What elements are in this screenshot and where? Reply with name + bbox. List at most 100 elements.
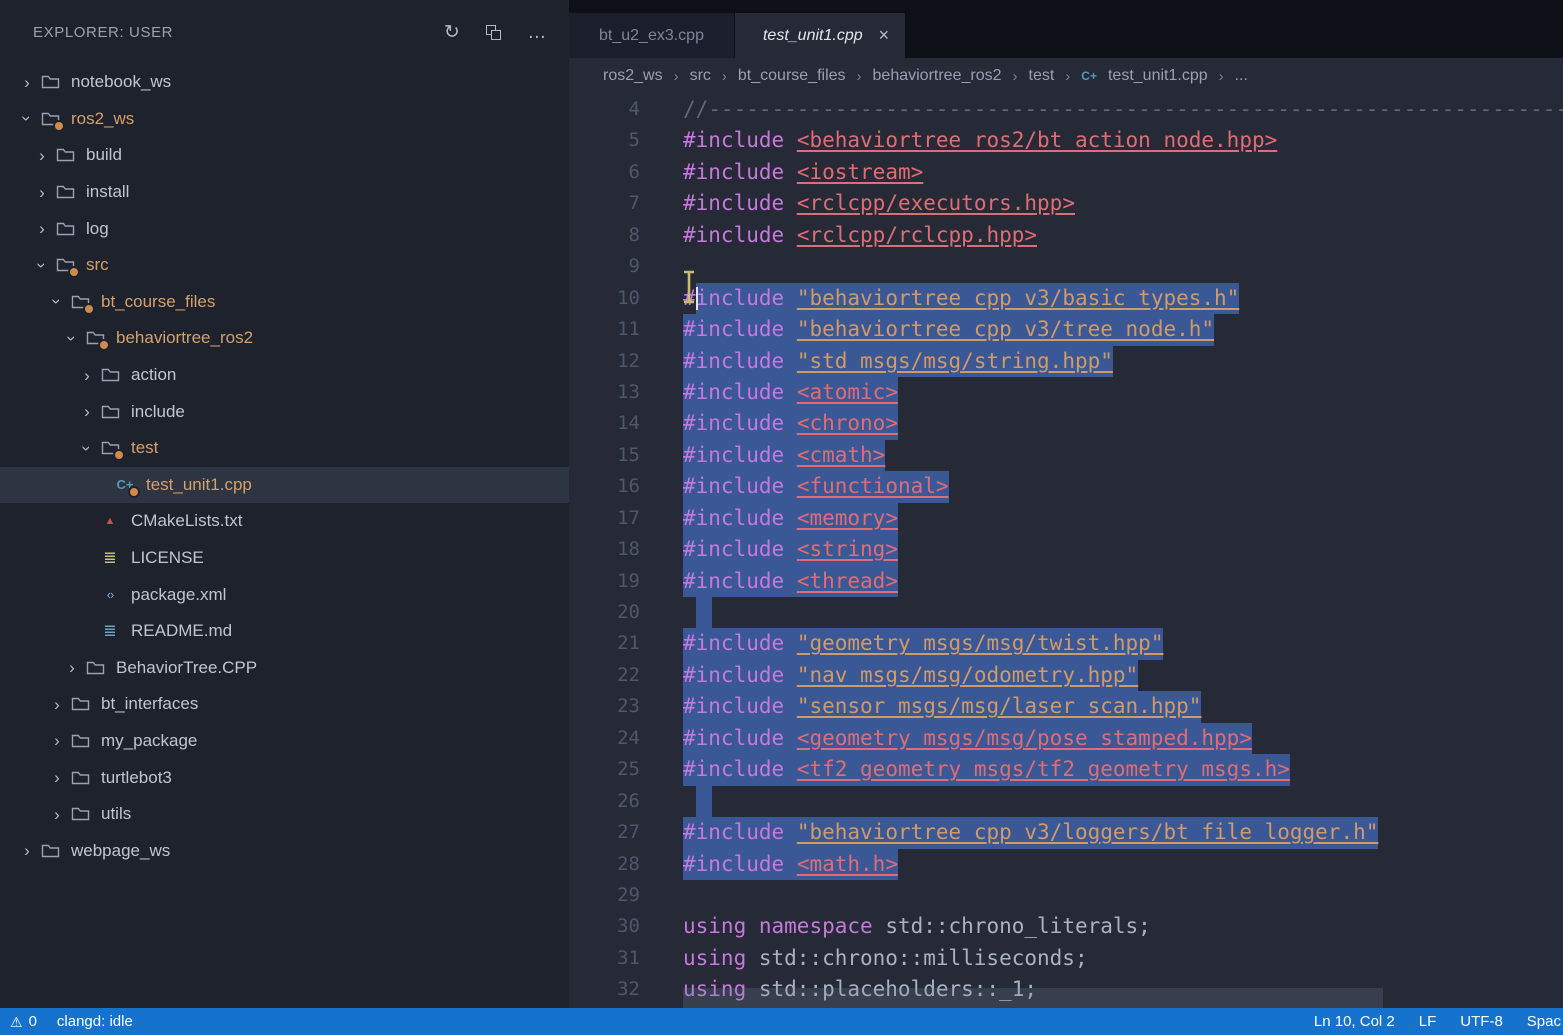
tree-item-utils[interactable]: ›utils [0, 796, 569, 833]
tree-item-install[interactable]: ›install [0, 174, 569, 211]
code-line-23[interactable]: 23#include "sensor_msgs/msg/laser_scan.h… [569, 691, 1563, 722]
tree-item-action[interactable]: ›action [0, 357, 569, 394]
tab-bar: bt_u2_ex3.cpp test_unit1.cpp × [569, 0, 1563, 58]
tree-item-readme-md[interactable]: ≣README.md [0, 613, 569, 650]
code-line-31[interactable]: 31using std::chrono::milliseconds; [569, 943, 1563, 974]
line-number: 7 [569, 188, 640, 219]
status-warning-count[interactable]: ⚠0 [10, 1013, 37, 1030]
code-line-9[interactable]: 9 [569, 251, 1563, 282]
code-line-16[interactable]: 16#include <functional> [569, 471, 1563, 502]
code-content: #include <functional> [683, 471, 949, 502]
status-clangd-status[interactable]: clangd: idle [57, 1013, 133, 1030]
tab-bt-u2-ex3-cpp[interactable]: bt_u2_ex3.cpp [569, 13, 735, 58]
code-line-30[interactable]: 30using namespace std::chrono_literals; [569, 911, 1563, 942]
more-actions-icon[interactable]: … [527, 23, 547, 42]
tree-item-notebook-ws[interactable]: ›notebook_ws [0, 64, 569, 101]
tree-item-bt-course-files[interactable]: ›bt_course_files [0, 284, 569, 321]
code-line-27[interactable]: 27#include "behaviortree_cpp_v3/loggers/… [569, 817, 1563, 848]
explorer-header[interactable]: EXPLORER: USER ↻ … [0, 0, 569, 64]
code-line-7[interactable]: 7#include <rclcpp/executors.hpp> [569, 188, 1563, 219]
code-line-5[interactable]: 5#include <behaviortree_ros2/bt_action_n… [569, 125, 1563, 156]
line-number: 18 [569, 534, 640, 565]
code-content: #include <iostream> [683, 157, 923, 188]
tree-item-test-unit1-cpp[interactable]: C+test_unit1.cpp [0, 467, 569, 504]
code-line-11[interactable]: 11#include "behaviortree_cpp_v3/tree_nod… [569, 314, 1563, 345]
code-line-12[interactable]: 12#include "std_msgs/msg/string.hpp" [569, 346, 1563, 377]
chevron-right-icon: › [16, 74, 38, 91]
chevron-right-icon: › [46, 806, 68, 823]
code-line-28[interactable]: 28#include <math.h> [569, 849, 1563, 880]
breadcrumb-item-test[interactable]: test [1029, 67, 1055, 85]
code-line-24[interactable]: 24#include <geometry_msgs/msg/pose_stamp… [569, 723, 1563, 754]
code-token: #include [683, 537, 784, 561]
code-editor[interactable]: 4//-------------------------------------… [569, 94, 1563, 1008]
code-token: #include [683, 160, 784, 184]
code-line-14[interactable]: 14#include <chrono> [569, 408, 1563, 439]
tree-item-ros2-ws[interactable]: ›ros2_ws [0, 101, 569, 138]
status-indentation-indicator[interactable]: Spac [1527, 1013, 1561, 1030]
code-line-4[interactable]: 4//-------------------------------------… [569, 94, 1563, 125]
code-line-26[interactable]: 26 [569, 786, 1563, 817]
tree-item-log[interactable]: ›log [0, 210, 569, 247]
mouse-ibeam-cursor [681, 270, 697, 309]
tab-test-unit1-cpp[interactable]: test_unit1.cpp × [735, 13, 905, 58]
code-line-8[interactable]: 8#include <rclcpp/rclcpp.hpp> [569, 220, 1563, 251]
breadcrumb-item-ros2-ws[interactable]: ros2_ws [603, 67, 663, 85]
tree-item-src[interactable]: ›src [0, 247, 569, 284]
code-token: #include [683, 317, 784, 341]
close-icon[interactable]: × [879, 25, 890, 46]
code-line-15[interactable]: 15#include <cmath> [569, 440, 1563, 471]
explorer-title[interactable]: EXPLORER: USER [33, 24, 444, 41]
code-line-13[interactable]: 13#include <atomic> [569, 377, 1563, 408]
tree-item-webpage-ws[interactable]: ›webpage_ws [0, 832, 569, 869]
code-line-25[interactable]: 25#include <tf2_geometry_msgs/tf2_geomet… [569, 754, 1563, 785]
tree-item-turtlebot3[interactable]: ›turtlebot3 [0, 759, 569, 796]
tree-item-test[interactable]: ›test [0, 430, 569, 467]
tree-item-package-xml[interactable]: ‹›package.xml [0, 576, 569, 613]
refresh-explorer-icon[interactable]: ↻ [444, 23, 461, 42]
line-number: 13 [569, 377, 640, 408]
collapse-folders-icon[interactable] [486, 25, 501, 40]
breadcrumb-item-test-unit1-cpp[interactable]: test_unit1.cpp [1108, 67, 1208, 85]
breadcrumb-item-bt-course-files[interactable]: bt_course_files [738, 67, 846, 85]
tree-item-behaviortree-ros2[interactable]: ›behaviortree_ros2 [0, 320, 569, 357]
tree-item-build[interactable]: ›build [0, 137, 569, 174]
status-encoding-indicator[interactable]: UTF-8 [1460, 1013, 1503, 1030]
tree-item-cmakelists-txt[interactable]: ▲CMakeLists.txt [0, 503, 569, 540]
code-token [784, 223, 797, 247]
code-token: <thread> [797, 569, 898, 593]
tree-item-label: package.xml [131, 585, 226, 605]
breadcrumb-item-behaviortree-ros2[interactable]: behaviortree_ros2 [873, 67, 1002, 85]
line-number: 23 [569, 691, 640, 722]
horizontal-scrollbar-thumb[interactable] [683, 988, 1383, 1008]
status-eol-indicator[interactable]: LF [1419, 1013, 1437, 1030]
status-cursor-position[interactable]: Ln 10, Col 2 [1314, 1013, 1395, 1030]
code-content: #include "nav_msgs/msg/odometry.hpp" [683, 660, 1138, 691]
code-line-29[interactable]: 29 [569, 880, 1563, 911]
tree-item-my-package[interactable]: ›my_package [0, 723, 569, 760]
code-line-21[interactable]: 21#include "geometry_msgs/msg/twist.hpp" [569, 628, 1563, 659]
tree-item-bt-interfaces[interactable]: ›bt_interfaces [0, 686, 569, 723]
breadcrumb-item-[interactable]: ... [1235, 67, 1248, 85]
tree-item-behaviortree-cpp[interactable]: ›BehaviorTree.CPP [0, 650, 569, 687]
code-line-22[interactable]: 22#include "nav_msgs/msg/odometry.hpp" [569, 660, 1563, 691]
breadcrumb-item-src[interactable]: src [690, 67, 711, 85]
chevron-right-icon: › [16, 842, 38, 859]
chevron-right-icon: › [46, 732, 68, 749]
code-token: <iostream> [797, 160, 923, 184]
tree-item-license[interactable]: ≣LICENSE [0, 540, 569, 577]
code-line-19[interactable]: 19#include <thread> [569, 566, 1563, 597]
code-line-10[interactable]: 10#include "behaviortree_cpp_v3/basic_ty… [569, 283, 1563, 314]
tree-item-label: test_unit1.cpp [146, 475, 252, 495]
code-line-18[interactable]: 18#include <string> [569, 534, 1563, 565]
code-token: #include [683, 223, 784, 247]
tab-label: test_unit1.cpp [763, 27, 863, 45]
tree-item-include[interactable]: ›include [0, 393, 569, 430]
code-token: using [683, 946, 746, 970]
code-line-17[interactable]: 17#include <memory> [569, 503, 1563, 534]
line-number: 4 [569, 94, 640, 125]
code-content: #include "behaviortree_cpp_v3/basic_type… [683, 283, 1239, 314]
code-line-20[interactable]: 20 [569, 597, 1563, 628]
code-line-6[interactable]: 6#include <iostream> [569, 157, 1563, 188]
code-token: <geometry_msgs/msg/pose_stamped.hpp> [797, 726, 1252, 750]
